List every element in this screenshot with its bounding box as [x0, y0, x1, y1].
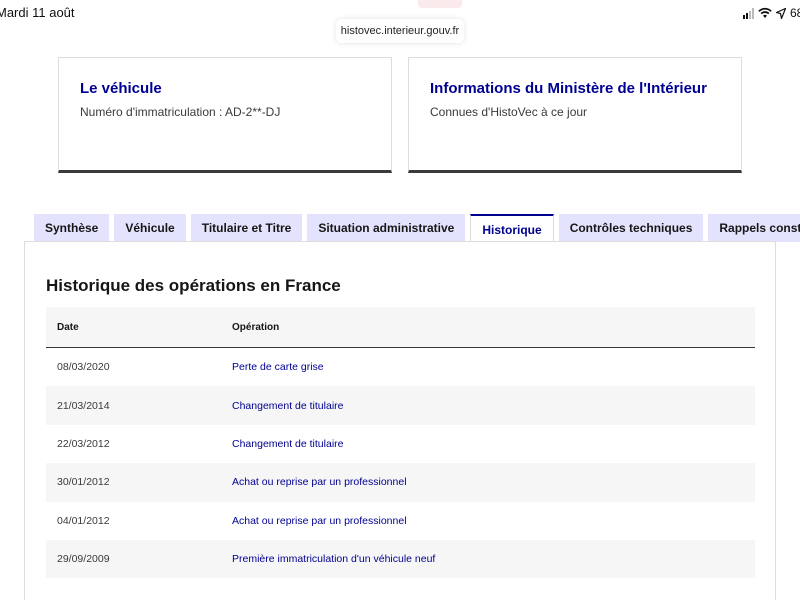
- battery-percentage: 68: [790, 6, 800, 20]
- table-row: 22/03/2012 Changement de titulaire: [46, 425, 755, 463]
- wifi-icon: [758, 7, 772, 18]
- row-date: 08/03/2020: [57, 361, 110, 374]
- status-time: Mardi 11 août: [0, 5, 75, 20]
- tab-titulaire-titre[interactable]: Titulaire et Titre: [190, 214, 303, 242]
- row-date: 04/01/2012: [57, 514, 110, 527]
- row-operation[interactable]: Achat ou reprise par un professionnel: [221, 476, 755, 488]
- tab-rappels-constructeur[interactable]: Rappels constructeur: [708, 214, 800, 242]
- table-body: 08/03/2020 Perte de carte grise 21/03/20…: [46, 348, 755, 579]
- row-date: 29/09/2009: [57, 553, 110, 566]
- history-table: Date Opération 08/03/2020 Perte de carte…: [46, 307, 755, 579]
- url-text: histovec.interieur.gouv.fr: [340, 25, 460, 37]
- status-indicators: 68: [743, 6, 800, 20]
- history-title: Historique des opérations en France: [46, 276, 341, 295]
- tab-vehicule[interactable]: Véhicule: [114, 214, 186, 242]
- tab-synthese[interactable]: Synthèse: [34, 214, 110, 242]
- ministry-card-title: Informations du Ministère de l'Intérieur: [430, 80, 707, 97]
- row-operation[interactable]: Première immatriculation d'un véhicule n…: [221, 553, 755, 565]
- vehicle-card: Le véhicule Numéro d'immatriculation : A…: [58, 57, 392, 173]
- tab-situation-administrative[interactable]: Situation administrative: [307, 214, 466, 242]
- row-date: 22/03/2012: [57, 437, 110, 450]
- table-row: 08/03/2020 Perte de carte grise: [46, 348, 755, 386]
- table-row: 04/01/2012 Achat ou reprise par un profe…: [46, 502, 755, 540]
- row-operation[interactable]: Changement de titulaire: [221, 438, 755, 450]
- tab-historique[interactable]: Historique: [470, 214, 554, 242]
- signal-icon: [743, 7, 754, 19]
- table-row: 29/09/2009 Première immatriculation d'un…: [46, 539, 755, 579]
- tab-bar: Synthèse Véhicule Titulaire et Titre Sit…: [34, 214, 800, 242]
- tab-indicator: [418, 0, 462, 8]
- row-operation[interactable]: Changement de titulaire: [221, 400, 755, 412]
- row-operation[interactable]: Perte de carte grise: [221, 361, 755, 373]
- table-row: 30/01/2012 Achat ou reprise par un profe…: [46, 463, 755, 502]
- registration-number: Numéro d'immatriculation : AD-2**-DJ: [80, 105, 281, 119]
- location-icon: [776, 7, 786, 19]
- table-header: Date Opération: [46, 307, 755, 348]
- history-panel: Historique des opérations en France Date…: [24, 241, 776, 600]
- column-header-date: Date: [57, 321, 79, 333]
- ministry-card-text: Connues d'HistoVec à ce jour: [430, 105, 588, 119]
- row-date: 21/03/2014: [57, 399, 110, 412]
- row-date: 30/01/2012: [57, 476, 110, 489]
- ministry-card: Informations du Ministère de l'Intérieur…: [408, 57, 742, 173]
- row-operation[interactable]: Achat ou reprise par un professionnel: [221, 515, 755, 527]
- vehicle-card-title: Le véhicule: [80, 80, 162, 97]
- table-row: 21/03/2014 Changement de titulaire: [46, 386, 755, 425]
- column-header-operation: Opération: [232, 321, 280, 333]
- url-bar[interactable]: histovec.interieur.gouv.fr: [336, 19, 464, 43]
- tab-controles-techniques[interactable]: Contrôles techniques: [558, 214, 704, 242]
